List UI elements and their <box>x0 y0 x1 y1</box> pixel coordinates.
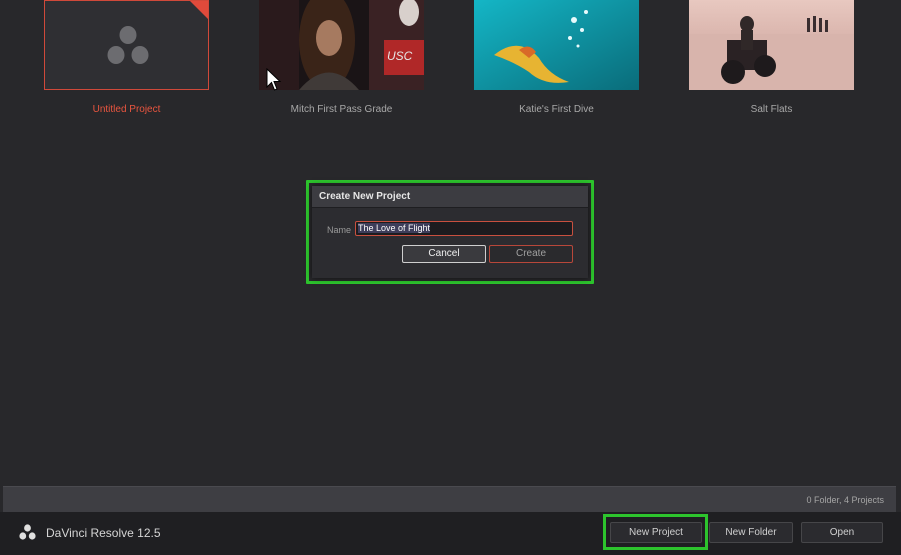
cancel-button[interactable]: Cancel <box>402 245 486 263</box>
resolve-logo-icon <box>107 26 149 64</box>
selected-corner-marker <box>190 1 208 19</box>
project-name-input[interactable]: The Love of Flight <box>355 221 573 236</box>
create-project-dialog: Create New Project Name The Love of Flig… <box>312 186 588 278</box>
thumbnail-image: USC <box>259 0 424 90</box>
project-thumbnail[interactable] <box>44 0 209 90</box>
davinci-logo-icon <box>19 524 36 540</box>
thumbnail-image <box>474 0 639 90</box>
cursor-icon <box>266 68 282 91</box>
create-button[interactable]: Create <box>489 245 573 263</box>
dialog-titlebar: Create New Project <box>312 186 588 208</box>
project-grid: Untitled Project USC Mitch First Pass Gr… <box>0 0 901 130</box>
project-thumbnail[interactable]: USC <box>259 0 424 90</box>
thumbnail-image <box>689 0 854 90</box>
project-title: Untitled Project <box>92 104 161 115</box>
status-bar: 0 Folder, 4 Projects <box>3 486 896 512</box>
project-title: Salt Flats <box>750 104 793 115</box>
app-name: DaVinci Resolve 12.5 <box>46 526 161 540</box>
project-thumbnail[interactable] <box>474 0 639 90</box>
project-thumbnail[interactable] <box>689 0 854 90</box>
project-name-value: The Love of Flight <box>358 223 431 233</box>
dialog-title: Create New Project <box>319 191 411 202</box>
open-button[interactable]: Open <box>801 522 883 543</box>
project-count-status: 0 Folder, 4 Projects <box>806 495 884 505</box>
new-folder-button[interactable]: New Folder <box>709 522 793 543</box>
name-label: Name <box>327 225 352 235</box>
new-project-highlight-box <box>603 514 708 550</box>
project-title: Mitch First Pass Grade <box>290 104 393 115</box>
project-title: Katie's First Dive <box>519 104 594 115</box>
svg-text:USC: USC <box>387 49 413 63</box>
